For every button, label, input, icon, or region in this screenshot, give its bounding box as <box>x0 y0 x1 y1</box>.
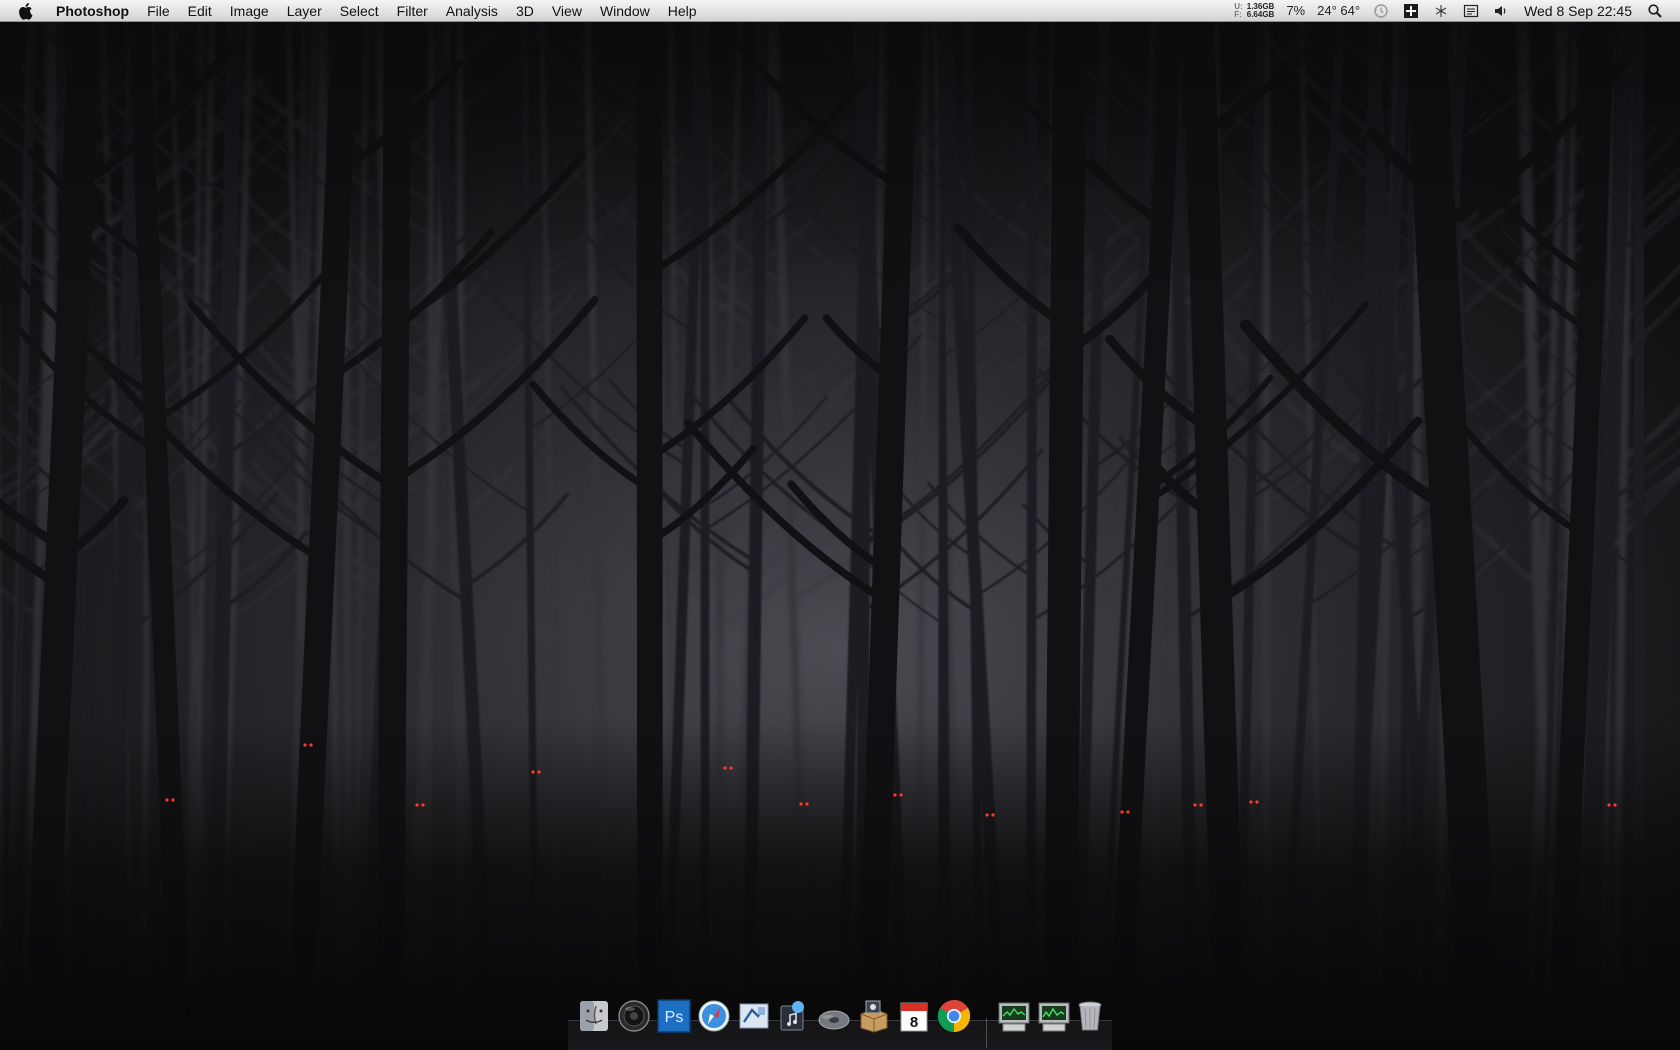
menu-help[interactable]: Help <box>659 0 706 22</box>
spotlight-icon[interactable] <box>1646 2 1664 20</box>
dock-speaker[interactable] <box>616 998 652 1034</box>
calendar-icon: 8 <box>900 1002 928 1032</box>
memory-free-label: F: <box>1234 9 1242 19</box>
bluetooth-icon[interactable] <box>1432 2 1450 20</box>
dock-mail[interactable] <box>736 998 772 1034</box>
itunes-icon <box>780 1001 804 1031</box>
menu-window[interactable]: Window <box>591 0 659 22</box>
cpu-usage: 7% <box>1286 3 1306 18</box>
mail-icon <box>739 1003 769 1029</box>
input-menu-icon[interactable] <box>1462 2 1480 20</box>
memory-labels: U: F: <box>1234 2 1242 19</box>
dock-monitor-2[interactable] <box>1036 998 1072 1034</box>
menu-extra-icon[interactable] <box>1402 2 1420 20</box>
memory-values: 1.36GB 6.64GB <box>1246 2 1275 19</box>
menu-view[interactable]: View <box>543 0 591 22</box>
trash-icon <box>1078 1001 1102 1031</box>
dock-installer[interactable] <box>856 998 892 1034</box>
menu-file[interactable]: File <box>138 0 179 22</box>
dock-separator <box>986 1018 987 1048</box>
apple-icon[interactable] <box>16 1 36 21</box>
volume-icon[interactable] <box>1492 2 1510 20</box>
photoshop-icon: Ps <box>657 999 691 1033</box>
cpu-monitor[interactable]: 7% <box>1286 0 1305 22</box>
menu-image[interactable]: Image <box>221 0 278 22</box>
photoshop-icon-label: Ps <box>665 1009 684 1026</box>
dock-disc[interactable] <box>816 998 852 1034</box>
menu-3d[interactable]: 3D <box>507 0 543 22</box>
temperature-monitor[interactable]: 24° 64° <box>1317 0 1360 22</box>
temperatures: 24° 64° <box>1317 3 1361 18</box>
dock-monitor-1[interactable] <box>996 998 1032 1034</box>
dock-photoshop[interactable]: Ps <box>656 998 692 1034</box>
disc-icon <box>818 1010 850 1030</box>
calendar-icon-day: 8 <box>910 1014 918 1031</box>
activity-monitor-icon <box>1038 1002 1070 1032</box>
installer-icon <box>860 1000 888 1033</box>
menu-edit[interactable]: Edit <box>179 0 221 22</box>
desktop-wallpaper <box>0 0 1680 1050</box>
dock-chrome[interactable] <box>936 998 972 1034</box>
dock-itunes[interactable] <box>776 998 812 1034</box>
menu-analysis[interactable]: Analysis <box>437 0 507 22</box>
menu-layer[interactable]: Layer <box>278 0 331 22</box>
memory-free-value: 6.64GB <box>1246 9 1275 19</box>
dock-trash[interactable] <box>1072 998 1108 1034</box>
speaker-icon <box>618 1000 650 1032</box>
dock: Ps 8 <box>568 990 1112 1050</box>
clock[interactable]: Wed 8 Sep 22:45 <box>1524 3 1632 19</box>
desktop: Photoshop File Edit Image Layer Select F… <box>0 0 1680 1050</box>
dock-ical[interactable]: 8 <box>896 998 932 1034</box>
dock-finder[interactable] <box>576 998 612 1034</box>
menu-app-name[interactable]: Photoshop <box>48 0 138 22</box>
menu-select[interactable]: Select <box>331 0 388 22</box>
menu-extras: U: F: 1.36GB 6.64GB 7% 24° 64° Wed 8 Sep… <box>1228 0 1680 22</box>
activity-monitor-icon <box>998 1002 1030 1032</box>
menu-bar: Photoshop File Edit Image Layer Select F… <box>0 0 1680 22</box>
memory-monitor[interactable]: U: F: 1.36GB 6.64GB <box>1234 0 1274 22</box>
chrome-icon <box>937 999 971 1033</box>
dock-safari[interactable] <box>696 998 732 1034</box>
safari-icon <box>698 1000 730 1032</box>
time-machine-icon[interactable] <box>1372 2 1390 20</box>
menu-filter[interactable]: Filter <box>388 0 437 22</box>
finder-icon <box>580 1001 608 1031</box>
